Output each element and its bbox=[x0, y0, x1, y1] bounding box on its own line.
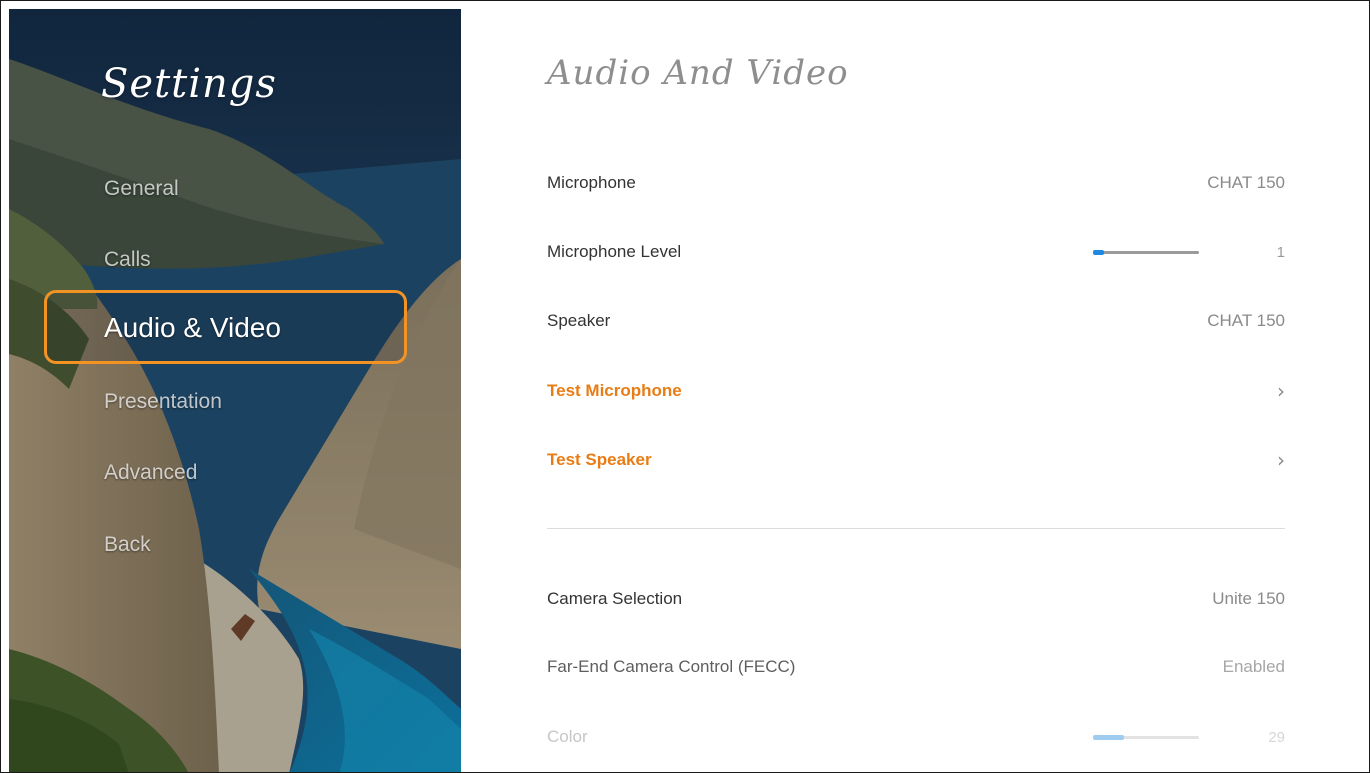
camera-selection-label: Camera Selection bbox=[547, 589, 683, 608]
color-row[interactable]: Color 29 bbox=[547, 717, 1285, 757]
app-title: Settings bbox=[101, 61, 277, 107]
camera-selection-row[interactable]: Camera Selection Unite 150 bbox=[547, 579, 1285, 619]
microphone-value: CHAT 150 bbox=[1207, 173, 1285, 192]
microphone-level-control[interactable]: 1 bbox=[1093, 244, 1285, 261]
sidebar-item-back[interactable]: Back bbox=[104, 533, 151, 557]
color-slider[interactable] bbox=[1093, 734, 1199, 740]
color-control[interactable]: 29 bbox=[1093, 729, 1285, 746]
section-divider bbox=[547, 528, 1285, 529]
app-window: Settings General Calls Audio & Video Pre… bbox=[0, 0, 1370, 773]
microphone-level-label: Microphone Level bbox=[547, 242, 682, 261]
page-title: Audio And Video bbox=[547, 53, 849, 93]
color-slider-fill bbox=[1093, 734, 1124, 740]
test-microphone-row[interactable]: Test Microphone › bbox=[547, 371, 1285, 411]
test-speaker-row[interactable]: Test Speaker › bbox=[547, 440, 1285, 480]
camera-selection-value: Unite 150 bbox=[1212, 589, 1285, 608]
test-speaker-label: Test Speaker bbox=[547, 450, 652, 469]
settings-panel: Audio And Video Microphone CHAT 150 Micr… bbox=[461, 1, 1369, 772]
sidebar-item-calls[interactable]: Calls bbox=[104, 248, 151, 272]
chevron-right-icon: › bbox=[1277, 379, 1285, 403]
microphone-level-value: 1 bbox=[1276, 243, 1285, 261]
speaker-label: Speaker bbox=[547, 311, 611, 330]
speaker-value: CHAT 150 bbox=[1207, 311, 1285, 330]
color-label: Color bbox=[547, 727, 588, 746]
fecc-row[interactable]: Far-End Camera Control (FECC) Enabled bbox=[547, 647, 1285, 687]
color-value: 29 bbox=[1268, 728, 1285, 746]
sidebar-item-advanced[interactable]: Advanced bbox=[104, 461, 197, 485]
microphone-level-row[interactable]: Microphone Level 1 bbox=[547, 232, 1285, 272]
chevron-right-icon: › bbox=[1277, 448, 1285, 472]
sidebar: Settings General Calls Audio & Video Pre… bbox=[9, 9, 461, 772]
microphone-level-slider[interactable] bbox=[1093, 249, 1199, 255]
sidebar-item-audio-video[interactable]: Audio & Video bbox=[104, 312, 281, 344]
microphone-row[interactable]: Microphone CHAT 150 bbox=[547, 163, 1285, 203]
test-microphone-label: Test Microphone bbox=[547, 381, 682, 400]
sidebar-item-presentation[interactable]: Presentation bbox=[104, 390, 222, 414]
sidebar-item-general[interactable]: General bbox=[104, 177, 179, 201]
fecc-label: Far-End Camera Control (FECC) bbox=[547, 657, 796, 676]
microphone-label: Microphone bbox=[547, 173, 636, 192]
microphone-level-slider-fill bbox=[1093, 249, 1104, 255]
background-landscape-image bbox=[9, 9, 461, 772]
speaker-row[interactable]: Speaker CHAT 150 bbox=[547, 301, 1285, 341]
fecc-value: Enabled bbox=[1222, 657, 1285, 676]
